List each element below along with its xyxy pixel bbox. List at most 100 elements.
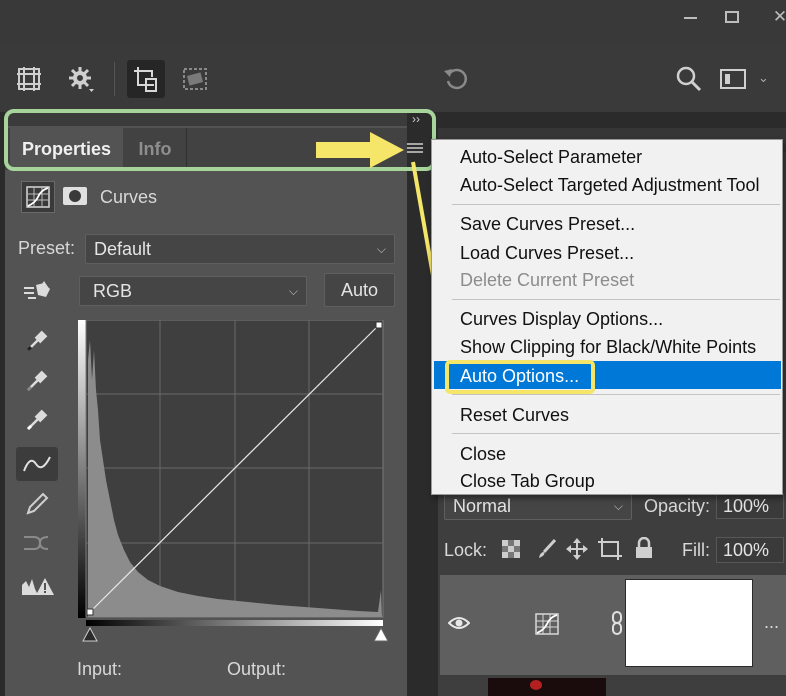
opacity-value: 100% bbox=[723, 495, 770, 516]
more-options[interactable]: ... bbox=[764, 612, 779, 633]
layer-mask-button[interactable] bbox=[62, 186, 88, 206]
preset-value: Default bbox=[94, 238, 152, 259]
checker-icon bbox=[502, 540, 520, 558]
output-label: Output: bbox=[227, 659, 287, 679]
minimize-button[interactable] bbox=[674, 6, 706, 28]
output-gradient-bar bbox=[78, 320, 86, 618]
menu-item-auto-select-tat[interactable]: Auto-Select Targeted Adjustment Tool bbox=[460, 175, 760, 196]
panel-flyout-menu: Auto-Select Parameter Auto-Select Target… bbox=[431, 139, 783, 495]
channel-value: RGB bbox=[93, 280, 133, 301]
lock-all-button[interactable] bbox=[634, 536, 654, 559]
crop-straighten-icon bbox=[183, 68, 207, 90]
opacity-label: Opacity: bbox=[644, 496, 711, 516]
blend-mode-value: Normal bbox=[453, 495, 512, 516]
white-point-eyedropper[interactable] bbox=[16, 403, 58, 437]
pencil-tool[interactable] bbox=[16, 487, 58, 521]
close-icon: ✕ bbox=[772, 7, 786, 26]
grid-icon bbox=[17, 67, 41, 91]
menu-item-close[interactable]: Close bbox=[460, 444, 506, 465]
fill-label: Fill: bbox=[682, 540, 710, 560]
lock-pixels-button[interactable] bbox=[536, 538, 558, 560]
layer-visibility-toggle[interactable] bbox=[447, 613, 471, 633]
next-layer-thumbnail[interactable] bbox=[488, 678, 606, 696]
adjustment-name: Curves bbox=[100, 187, 158, 207]
curves-adjustment-icon bbox=[26, 186, 50, 208]
target-adjust-tool[interactable] bbox=[22, 279, 52, 303]
delete-cropped-button[interactable] bbox=[127, 60, 165, 98]
settings-button[interactable] bbox=[64, 62, 98, 96]
toolbar-divider bbox=[114, 62, 115, 96]
smooth-icon bbox=[24, 536, 49, 550]
clipping-warning-button[interactable] bbox=[16, 569, 58, 603]
curve-point-tool[interactable] bbox=[16, 447, 58, 481]
curves-adjustment-icon bbox=[535, 613, 559, 635]
rotate-icon bbox=[444, 68, 468, 90]
white-eyedropper-icon bbox=[26, 409, 48, 431]
white-slider bbox=[373, 626, 388, 642]
menu-item-save-preset[interactable]: Save Curves Preset... bbox=[460, 214, 635, 235]
minimize-icon bbox=[683, 17, 697, 19]
blend-mode-select[interactable]: Normal ⌵ bbox=[444, 492, 632, 520]
content-aware-button[interactable] bbox=[178, 62, 212, 96]
pencil-icon bbox=[26, 492, 49, 515]
adjustment-icon-button[interactable] bbox=[21, 181, 55, 213]
layer-mask-thumbnail[interactable] bbox=[625, 579, 753, 667]
menu-item-delete-preset[interactable]: Delete Current Preset bbox=[460, 270, 634, 291]
channel-select[interactable]: RGB ⌵ bbox=[79, 276, 307, 306]
lock-label: Lock: bbox=[444, 540, 488, 560]
grid-overlay-button[interactable] bbox=[12, 62, 46, 96]
workspace-icon bbox=[720, 69, 746, 89]
chevron-down-icon[interactable]: ⌄ bbox=[758, 70, 769, 86]
close-button[interactable]: ✕ bbox=[764, 6, 786, 28]
fill-value: 100% bbox=[723, 539, 770, 560]
chevron-down-icon: ⌵ bbox=[613, 498, 623, 513]
menu-item-close-tab-group[interactable]: Close Tab Group bbox=[460, 471, 595, 492]
preset-select[interactable]: Default ⌵ bbox=[85, 234, 395, 264]
chevron-down-icon: ⌵ bbox=[288, 283, 298, 298]
menu-item-auto-select-parameter[interactable]: Auto-Select Parameter bbox=[460, 147, 642, 168]
window-titlebar bbox=[0, 0, 786, 47]
options-bar bbox=[0, 46, 786, 112]
gear-icon bbox=[69, 67, 94, 92]
chevron-down-icon: ⌵ bbox=[376, 241, 386, 256]
gray-point-eyedropper[interactable] bbox=[16, 364, 58, 398]
black-point-eyedropper[interactable] bbox=[16, 324, 58, 358]
menu-item-reset-curves[interactable]: Reset Curves bbox=[460, 405, 569, 426]
menu-item-display-options[interactable]: Curves Display Options... bbox=[460, 309, 663, 330]
search-button[interactable] bbox=[672, 62, 706, 96]
restore-icon bbox=[725, 11, 739, 23]
lock-position-button[interactable] bbox=[566, 538, 588, 560]
search-icon bbox=[676, 66, 702, 92]
auto-button[interactable]: Auto bbox=[324, 273, 395, 307]
menu-item-show-clipping[interactable]: Show Clipping for Black/White Points bbox=[460, 337, 756, 358]
mask-icon bbox=[63, 187, 87, 205]
clipping-warning-icon bbox=[22, 578, 54, 595]
reset-rotate-button[interactable] bbox=[438, 62, 472, 96]
opacity-field[interactable]: 100% bbox=[716, 493, 784, 519]
preset-label: Preset: bbox=[18, 238, 76, 258]
menu-separator bbox=[452, 204, 780, 205]
black-eyedropper-icon bbox=[26, 330, 48, 352]
restore-button[interactable] bbox=[716, 6, 748, 28]
workspace-button[interactable] bbox=[716, 62, 750, 96]
menu-separator bbox=[452, 394, 780, 395]
lock-artboard-button[interactable] bbox=[598, 538, 622, 560]
lock-transparent-button[interactable] bbox=[502, 540, 522, 560]
smooth-curve-button[interactable] bbox=[16, 526, 58, 560]
fill-field[interactable]: 100% bbox=[716, 537, 784, 563]
brush-icon bbox=[539, 538, 557, 558]
curves-layer-thumbnail[interactable] bbox=[534, 612, 560, 636]
eye-icon bbox=[447, 617, 471, 629]
curves-graph[interactable] bbox=[78, 320, 388, 644]
input-label: Input: bbox=[77, 659, 123, 679]
curve-point-white bbox=[375, 321, 383, 329]
annotation-yellow-box bbox=[445, 360, 595, 394]
chain-link-icon[interactable] bbox=[610, 610, 624, 636]
curve-point-black bbox=[86, 608, 94, 616]
artboard-icon bbox=[598, 538, 622, 560]
menu-separator bbox=[452, 433, 780, 434]
menu-separator bbox=[452, 299, 780, 300]
menu-item-load-preset[interactable]: Load Curves Preset... bbox=[460, 243, 634, 264]
target-adjust-icon bbox=[24, 281, 50, 299]
lock-icon bbox=[636, 536, 652, 558]
